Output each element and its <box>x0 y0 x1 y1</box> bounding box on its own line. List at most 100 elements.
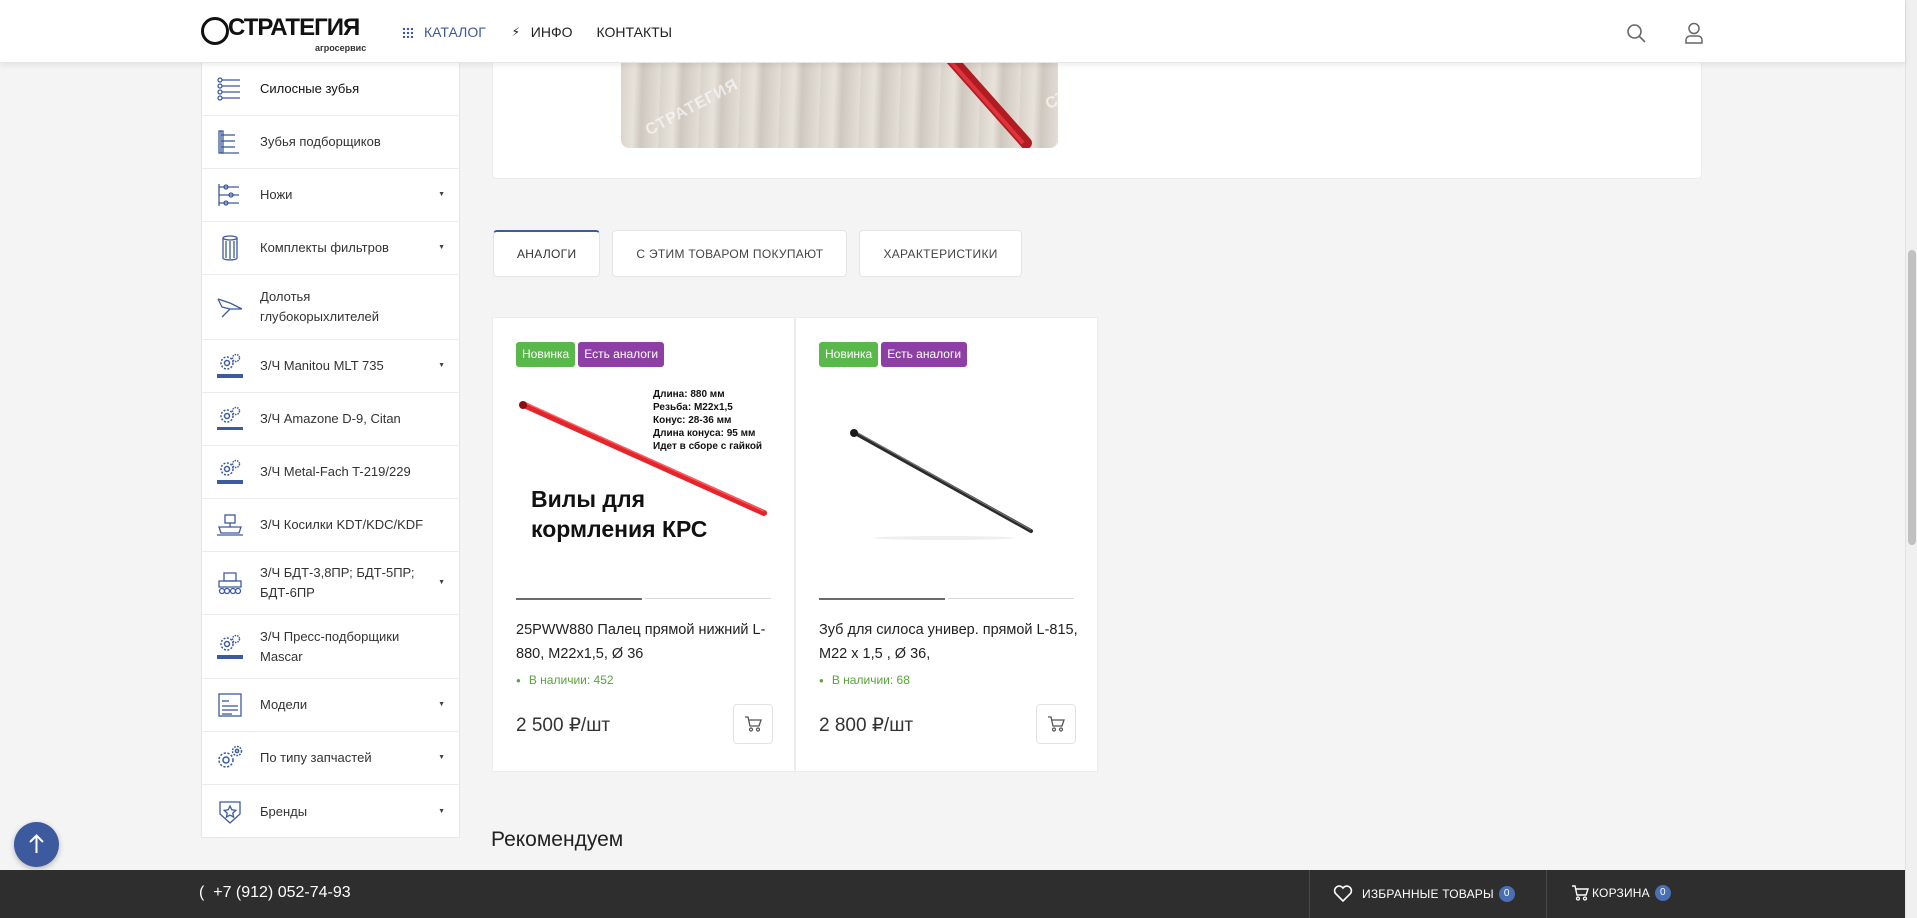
user-icon[interactable] <box>1684 22 1704 44</box>
product-card[interactable]: Новинка Есть аналоги Зуб для силоса унив… <box>795 317 1098 772</box>
badge-group: Новинка Есть аналоги <box>819 342 970 367</box>
chevron-down-icon[interactable]: ▼ <box>438 238 445 258</box>
nav-catalog-label: КАТАЛОГ <box>424 24 486 40</box>
chevron-down-icon[interactable]: ▼ <box>438 695 445 715</box>
phone-number: +7 (912) 052-74-93 <box>213 884 351 901</box>
badge-has-analogs: Есть аналоги <box>881 342 968 367</box>
sidebar-item-brands[interactable]: Бренды ▼ <box>202 785 459 838</box>
sidebar-item-knives[interactable]: Ножи ▼ <box>202 169 459 222</box>
knives-icon <box>218 184 239 206</box>
cart-count-badge: 0 <box>1654 885 1671 901</box>
sidebar-item-label: Силосные зубья <box>260 81 360 96</box>
sidebar-item-amazone[interactable]: З/Ч Amazone D-9, Citan <box>202 393 459 446</box>
logo-subtitle: агросервис <box>315 43 367 53</box>
sidebar-item-label: З/Ч Manitou MLT 735 <box>260 358 384 373</box>
chevron-down-icon[interactable]: ▼ <box>438 356 445 376</box>
scrollbar-thumb[interactable] <box>1908 250 1916 545</box>
phone-link[interactable]: ( +7 (912) 052-74-93 <box>199 884 351 902</box>
sidebar-item-pickup-tines[interactable]: Зубья подборщиков <box>202 116 459 169</box>
mower-icon <box>217 514 243 536</box>
sidebar-item-chisels[interactable]: Долотья глубокорыхлителей <box>202 275 459 340</box>
sidebar-item-models[interactable]: Модели ▼ <box>202 679 459 732</box>
chevron-down-icon[interactable]: ▼ <box>438 185 445 205</box>
sidebar-item-mowers[interactable]: З/Ч Косилки KDT/KDC/KDF <box>202 499 459 552</box>
sidebar-item-label: Зубья подборщиков <box>260 134 381 149</box>
product-image[interactable] <box>819 383 1074 568</box>
badge-new: Новинка <box>516 342 576 367</box>
sidebar-item-label: Ножи <box>260 187 293 202</box>
product-tabs: АНАЛОГИ С ЭТИМ ТОВАРОМ ПОКУПАЮТ ХАРАКТЕР… <box>493 230 1034 277</box>
image-slider-dots[interactable] <box>819 598 1074 600</box>
bottom-bar: ( +7 (912) 052-74-93 ИЗБРАННЫЕ ТОВАРЫ 0 … <box>0 870 1905 918</box>
filter-icon <box>222 235 238 261</box>
chevron-down-icon[interactable]: ▼ <box>438 748 445 768</box>
chevron-down-icon[interactable]: ▼ <box>438 802 445 822</box>
product-image[interactable]: Длина: 880 мм Резьба: M22x1,5 Конус: 28-… <box>516 383 771 568</box>
sidebar-item-label: Комплекты фильтров <box>260 240 389 255</box>
spec-line: Длина: 880 мм <box>653 389 725 400</box>
spec-line: Резьба: M22x1,5 <box>653 401 733 413</box>
page-scrollbar[interactable] <box>1905 0 1917 918</box>
disc-harrow-icon <box>218 572 242 595</box>
sidebar-item-part-types[interactable]: По типу запчастей ▼ <box>202 732 459 785</box>
lightning-icon: ⚡ <box>511 25 521 39</box>
arrow-up-icon <box>29 834 44 853</box>
tab-label: ХАРАКТЕРИСТИКИ <box>883 246 998 261</box>
product-gallery-card: СТРАТЕГИЯ СТРАТЕГИЯ <box>492 63 1702 179</box>
add-to-cart-button[interactable] <box>733 704 773 744</box>
spec-line: Длина конуса: 95 мм <box>653 428 755 439</box>
image-slider-dots[interactable] <box>516 598 771 600</box>
metal-fach-gears-icon <box>217 459 243 484</box>
red-bale-tine-image: Длина: 880 мм Резьба: M22x1,5 Конус: 28-… <box>519 389 767 542</box>
grid-icon <box>402 26 413 38</box>
sidebar-item-label: Модели <box>260 697 308 712</box>
gears-icon <box>218 745 243 768</box>
tab-label: С ЭТИМ ТОВАРОМ ПОКУПАЮТ <box>636 246 824 261</box>
favorites-count-badge: 0 <box>1498 885 1515 902</box>
badge-new: Новинка <box>819 342 879 367</box>
tab-specifications[interactable]: ХАРАКТЕРИСТИКИ <box>859 230 1022 277</box>
scroll-to-top-button[interactable] <box>14 822 59 867</box>
tab-bought-together[interactable]: С ЭТИМ ТОВАРОМ ПОКУПАЮТ <box>612 230 848 277</box>
stock-status: В наличии: 68 <box>819 673 910 687</box>
silage-tines-icon <box>217 77 240 101</box>
nav-contacts[interactable]: КОНТАКТЫ <box>597 24 673 40</box>
favorites-link[interactable]: ИЗБРАННЫЕ ТОВАРЫ 0 <box>1333 885 1515 902</box>
tab-analogs[interactable]: АНАЛОГИ <box>493 230 601 277</box>
sidebar-item-manitou[interactable]: З/Ч Manitou MLT 735 ▼ <box>202 340 459 393</box>
cart-icon <box>1572 885 1589 901</box>
product-price: 2 500 ₽/шт <box>516 715 611 736</box>
product-title[interactable]: Зуб для силоса универ. прямой L-815, M22… <box>819 618 1079 666</box>
sidebar-item-filters[interactable]: Комплекты фильтров ▼ <box>202 222 459 275</box>
sidebar-item-label: Бренды <box>260 803 308 819</box>
badge-star-icon <box>219 800 241 824</box>
sidebar-item-metal-fach[interactable]: З/Ч Metal-Fach T-219/229 <box>202 446 459 499</box>
product-title[interactable]: 25PWW880 Палец прямой нижний L-880, M22x… <box>516 618 776 666</box>
logo-ring-icon <box>201 17 229 45</box>
nav-info-label: ИНФО <box>530 24 573 40</box>
site-logo[interactable]: СТРАТЕГИЯ агросервис <box>201 13 366 53</box>
product-price: 2 800 ₽/шт <box>819 715 914 736</box>
sidebar-item-silage-tines[interactable]: Силосные зубья <box>202 63 459 116</box>
sidebar-item-label: З/Ч Metal-Fach T-219/229 <box>260 464 411 479</box>
sidebar-item-label: З/Ч БДТ-3,8ПР; БДТ-5ПР; БДТ-6ПР <box>260 565 415 600</box>
sidebar-item-bdt[interactable]: З/Ч БДТ-3,8ПР; БДТ-5ПР; БДТ-6ПР ▼ <box>202 552 459 615</box>
mascar-gears-icon <box>217 634 243 659</box>
sidebar-item-mascar[interactable]: З/Ч Пресс-подборщики Mascar <box>202 615 459 679</box>
nav-catalog[interactable]: КАТАЛОГ <box>402 24 486 40</box>
nav-info[interactable]: ⚡ ИНФО <box>510 24 573 40</box>
badge-has-analogs: Есть аналоги <box>578 342 665 367</box>
subsoiler-chisel-icon <box>217 298 243 318</box>
search-icon[interactable] <box>1626 23 1646 43</box>
cart-icon <box>745 716 762 732</box>
add-to-cart-button[interactable] <box>1036 704 1076 744</box>
logo-name: СТРАТЕГИЯ <box>228 14 360 41</box>
product-photo[interactable]: СТРАТЕГИЯ СТРАТЕГИЯ <box>621 63 1058 148</box>
chevron-down-icon[interactable]: ▼ <box>438 573 445 593</box>
cart-link[interactable]: КОРЗИНА 0 <box>1571 885 1671 901</box>
badge-group: Новинка Есть аналоги <box>516 342 667 367</box>
image-caption: кормления КРС <box>531 516 707 542</box>
nav-contacts-label: КОНТАКТЫ <box>596 24 673 40</box>
sidebar-item-label: З/Ч Косилки KDT/KDC/KDF <box>260 517 424 532</box>
product-card[interactable]: Новинка Есть аналоги Длина: 880 мм Резьб… <box>492 317 795 772</box>
